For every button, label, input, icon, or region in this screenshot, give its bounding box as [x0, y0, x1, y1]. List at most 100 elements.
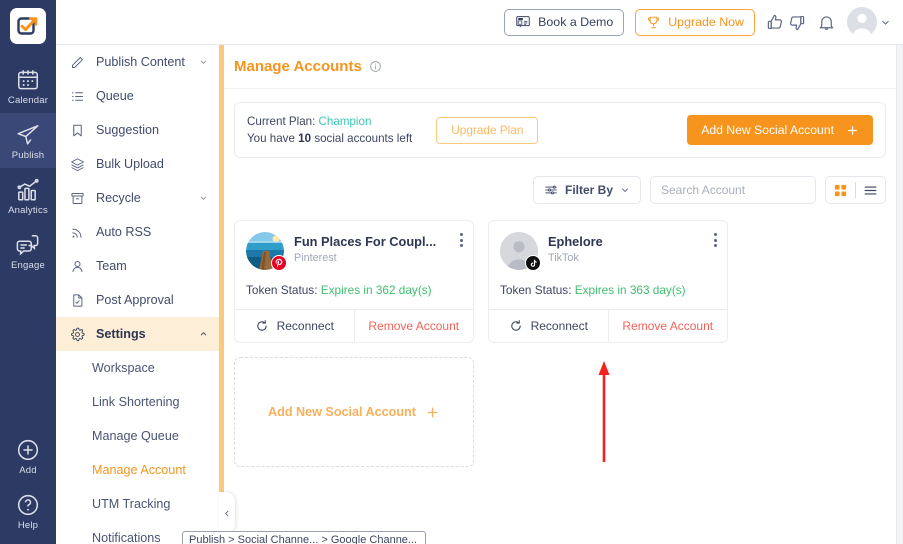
sidebar-sublabel-workspace: Workspace	[92, 361, 155, 375]
filter-by-button[interactable]: Filter By	[532, 176, 641, 204]
rail-label-help: Help	[17, 520, 39, 531]
token-status-label: Token Status:	[246, 283, 318, 297]
sidebar-item-suggestion[interactable]: Suggestion	[56, 113, 220, 147]
add-social-account-card[interactable]: Add New Social Account	[234, 357, 474, 467]
add-new-social-account-button[interactable]: Add New Social Account	[687, 115, 873, 145]
account-menu[interactable]	[847, 7, 891, 37]
sidebar-item-publish-content[interactable]: Publish Content	[56, 45, 220, 79]
sidebar-label-post-approval: Post Approval	[96, 293, 174, 307]
thumbs-down-button[interactable]	[787, 13, 806, 32]
app-root: Calendar Publish Analytics Engage Add He…	[0, 0, 903, 544]
rail-item-help[interactable]: Help	[0, 483, 56, 538]
sidebar-sublabel-link-shortening: Link Shortening	[92, 395, 180, 409]
chat-bubbles-icon	[16, 235, 39, 256]
rail-label-calendar: Calendar	[7, 95, 49, 106]
accounts-left-suffix: social accounts left	[314, 132, 413, 145]
sidebar-label-auto-rss: Auto RSS	[96, 225, 152, 239]
sidebar-item-settings[interactable]: Settings	[56, 317, 220, 351]
plan-text-block: Current Plan: Champion You have 10 socia…	[247, 113, 412, 147]
book-demo-button[interactable]: Book a Demo	[504, 8, 625, 36]
account-menu-button[interactable]	[714, 233, 717, 247]
sidebar-item-queue[interactable]: Queue	[56, 79, 220, 113]
upgrade-now-button[interactable]: Upgrade Now	[635, 8, 755, 36]
account-name: Fun Places For Coupl...	[294, 234, 437, 249]
breadcrumb-tooltip-box[interactable]: Publish > Social Channe... > Google Chan…	[182, 531, 426, 544]
info-icon[interactable]	[369, 60, 382, 73]
search-input[interactable]	[661, 183, 816, 197]
reconnect-button[interactable]: Reconnect	[235, 310, 354, 342]
account-card-header: Ephelore TikTok	[489, 221, 727, 271]
current-plan-value[interactable]: Champion	[319, 115, 372, 128]
rail-item-engage[interactable]: Engage	[0, 223, 56, 278]
rss-icon	[72, 228, 82, 238]
archive-icon	[71, 192, 84, 204]
calendar-icon	[18, 70, 38, 90]
pinterest-badge	[271, 255, 287, 271]
chevron-up-icon	[200, 332, 207, 336]
rail-item-calendar[interactable]: Calendar	[0, 58, 56, 113]
thumbs-up-icon	[767, 14, 782, 29]
view-toggle-group[interactable]	[825, 176, 886, 204]
upgrade-plan-label: Upgrade Plan	[451, 123, 524, 137]
sidebar-subitem-workspace[interactable]: Workspace	[56, 351, 220, 385]
rail-item-add[interactable]: Add	[0, 428, 56, 483]
account-menu-button[interactable]	[460, 233, 463, 247]
remove-account-button[interactable]: Remove Account	[353, 310, 474, 342]
reconnect-button[interactable]: Reconnect	[489, 310, 608, 342]
refresh-icon	[256, 320, 267, 331]
thumbs-up-button[interactable]	[766, 13, 785, 32]
account-card-header: Fun Places For Coupl... Pinterest	[235, 221, 473, 271]
account-identity: Ephelore TikTok	[548, 232, 603, 270]
bookmark-icon	[73, 124, 82, 136]
chevron-down-icon	[200, 196, 207, 200]
user-icon	[72, 260, 83, 272]
sliders-icon	[545, 185, 557, 195]
sidebar-sublabel-manage-account: Manage Account	[92, 463, 186, 477]
account-avatar-wrap	[500, 232, 541, 271]
account-name: Ephelore	[548, 234, 603, 249]
layers-icon	[71, 157, 84, 171]
account-card[interactable]: Fun Places For Coupl... Pinterest Token …	[234, 220, 474, 343]
search-account-box[interactable]	[650, 176, 816, 204]
add-new-social-account-label: Add New Social Account	[701, 123, 834, 137]
sidebar-active-strip	[219, 45, 224, 544]
page-header: Manage Accounts	[224, 45, 896, 89]
rail-label-engage: Engage	[11, 260, 45, 271]
view-toggle-divider	[855, 182, 856, 198]
list-view-icon[interactable]	[863, 183, 878, 198]
rail-bottom-group: Add Help	[0, 428, 56, 538]
sidebar-subitem-utm-tracking[interactable]: UTM Tracking	[56, 487, 220, 521]
sidebar-label-publish-content: Publish Content	[96, 55, 185, 69]
accounts-left-prefix: You have	[247, 132, 295, 145]
upgrade-plan-button[interactable]: Upgrade Plan	[436, 116, 539, 144]
rail-item-analytics[interactable]: Analytics	[0, 168, 56, 223]
kebab-dot	[714, 244, 717, 247]
sidebar-sublabel-notifications: Notifications	[92, 531, 161, 544]
sidebar-item-recycle[interactable]: Recycle	[56, 181, 220, 215]
sidebar-item-auto-rss[interactable]: Auto RSS	[56, 215, 220, 249]
checkbox-arrow-logo-icon	[17, 17, 38, 35]
app-logo[interactable]	[10, 8, 46, 44]
sidebar-sublabel-manage-queue: Manage Queue	[92, 429, 179, 443]
sidebar-label-team: Team	[96, 259, 127, 273]
remove-account-button[interactable]: Remove Account	[607, 310, 728, 342]
sidebar-subitem-manage-account[interactable]: Manage Account	[56, 453, 220, 487]
kebab-dot	[714, 233, 717, 236]
chevron-down-icon	[200, 60, 207, 64]
sidebar-collapse-button[interactable]	[219, 492, 235, 534]
sidebar-item-team[interactable]: Team	[56, 249, 220, 283]
grid-view-icon[interactable]	[833, 183, 848, 198]
sidebar-subitem-manage-queue[interactable]: Manage Queue	[56, 419, 220, 453]
sidebar-item-post-approval[interactable]: Post Approval	[56, 283, 220, 317]
sidebar-label-bulk-upload: Bulk Upload	[96, 157, 164, 171]
sidebar-item-bulk-upload[interactable]: Bulk Upload	[56, 147, 220, 181]
rail-item-publish[interactable]: Publish	[0, 113, 56, 168]
reconnect-label: Reconnect	[530, 319, 588, 333]
rail-label-publish: Publish	[11, 150, 45, 161]
top-bar: Book a Demo Upgrade Now	[56, 0, 903, 45]
account-card[interactable]: Ephelore TikTok Token Status: Expires in…	[488, 220, 728, 343]
notifications-button[interactable]	[817, 13, 836, 32]
accounts-toolbar: Filter By	[234, 176, 886, 204]
sidebar-subitem-link-shortening[interactable]: Link Shortening	[56, 385, 220, 419]
upgrade-now-label: Upgrade Now	[668, 15, 744, 29]
